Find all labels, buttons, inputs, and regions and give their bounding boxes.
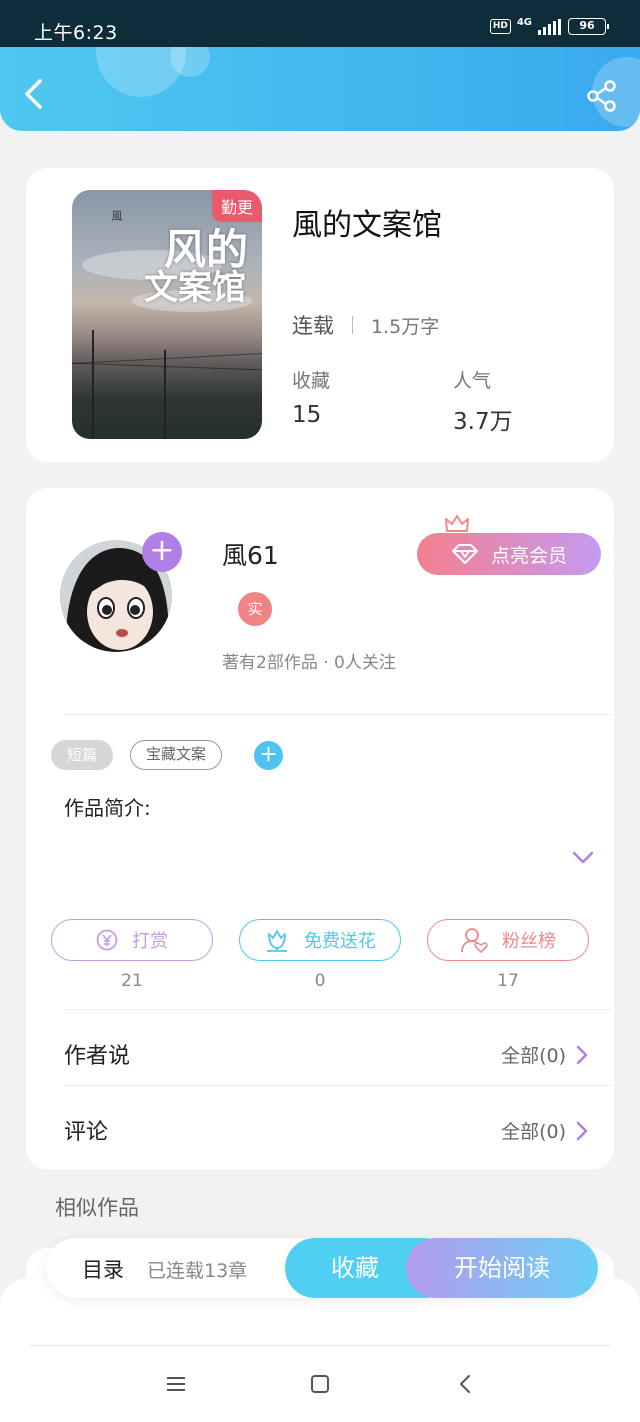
tag-chip[interactable]: 短篇 — [51, 740, 113, 770]
back-icon[interactable] — [18, 77, 52, 111]
tip-button[interactable]: 打赏 — [51, 919, 213, 961]
cover-title-line2: 文案馆 — [144, 268, 246, 308]
popularity-stat-label: 人气 — [453, 370, 492, 392]
tip-count: 21 — [121, 971, 143, 991]
network-label: 4G — [516, 17, 532, 28]
status-icons: HD 4G 96 — [489, 17, 609, 35]
divider — [64, 1009, 612, 1010]
fan-rank-count: 17 — [497, 971, 519, 991]
chevron-right-icon — [576, 1045, 588, 1064]
toc-button[interactable]: 目录 — [82, 1254, 124, 1284]
book-meta: 连载 1.5万字 — [292, 310, 439, 340]
fan-rank-icon — [461, 928, 488, 953]
tag-chip[interactable]: 宝藏文案 — [130, 740, 222, 770]
book-title: 風的文案馆 — [292, 208, 442, 243]
tip-label: 打赏 — [132, 931, 168, 952]
author-name[interactable]: 風61 — [222, 536, 279, 572]
cover-wire — [72, 353, 262, 364]
status-time: 上午6:23 — [34, 22, 118, 44]
yen-coin-icon — [96, 929, 118, 951]
author-says-label: 作者说 — [64, 1044, 131, 1069]
fan-rank-button[interactable]: 粉丝榜 — [427, 919, 589, 961]
meta-divider — [352, 316, 353, 334]
nav-divider — [30, 1345, 610, 1346]
home-icon[interactable] — [306, 1370, 334, 1398]
chevron-down-icon[interactable] — [572, 850, 594, 866]
chapter-count[interactable]: 已连载13章 — [147, 1256, 247, 1283]
crown-icon — [445, 515, 469, 532]
update-tag: 勤更 — [211, 190, 262, 222]
book-status: 连载 — [292, 314, 334, 338]
word-count: 1.5万字 — [371, 315, 440, 338]
vip-button[interactable]: 点亮会员 — [417, 533, 601, 575]
book-cover[interactable]: 風 风的 文案馆 勤更 — [72, 190, 262, 439]
cover-pole — [164, 350, 166, 439]
comments-all-label: 全部(0) — [501, 1121, 566, 1143]
follow-author-button[interactable]: + — [142, 532, 182, 572]
send-flower-button[interactable]: 免费送花 — [239, 919, 401, 961]
bottom-action-bar: 目录 已连载13章 收藏 开始阅读 — [46, 1238, 598, 1298]
popularity-stat-value: 3.7万 — [453, 409, 513, 435]
share-icon[interactable] — [586, 80, 618, 112]
send-flower-label: 免费送花 — [304, 931, 376, 952]
book-info-card: 風 风的 文案馆 勤更 風的文案馆 连载 1.5万字 收藏 15 人气 3.7万 — [26, 168, 614, 462]
diamond-icon — [451, 544, 478, 564]
vip-button-label: 点亮会员 — [490, 544, 567, 567]
nav-back-icon[interactable] — [452, 1370, 480, 1398]
signal-icon — [538, 18, 561, 35]
add-tag-button[interactable]: + — [254, 741, 283, 770]
start-reading-button[interactable]: 开始阅读 — [406, 1238, 598, 1298]
hd-icon: HD — [489, 19, 511, 34]
intro-label: 作品简介: — [64, 796, 151, 820]
status-bar: 上午6:23 HD 4G 96 — [0, 0, 640, 47]
battery-icon: 96 — [568, 18, 609, 35]
flower-count: 0 — [314, 971, 326, 991]
collect-stat-label: 收藏 — [292, 370, 331, 392]
top-header — [0, 47, 640, 131]
cover-wire — [72, 362, 262, 371]
bottom-panel — [0, 1278, 640, 1422]
verified-badge: 实 — [238, 592, 272, 626]
menu-icon[interactable] — [162, 1370, 190, 1398]
author-says-all-link[interactable]: 全部(0) — [501, 1041, 588, 1068]
collect-button-label: 收藏 — [331, 1254, 379, 1282]
fan-rank-label: 粉丝榜 — [502, 931, 556, 952]
similar-works-title: 相似作品 — [55, 1196, 139, 1220]
details-card: + 風61 实 著有2部作品 · 0人关注 点亮会员 短篇 宝藏文案 + 作品简… — [26, 488, 614, 1170]
collect-stat-value: 15 — [292, 402, 322, 428]
divider — [64, 714, 612, 715]
comments-all-link[interactable]: 全部(0) — [501, 1117, 588, 1144]
divider — [64, 1085, 612, 1086]
chevron-right-icon — [576, 1121, 588, 1140]
cover-pole — [92, 330, 94, 439]
flower-icon — [267, 930, 287, 952]
author-stats: 著有2部作品 · 0人关注 — [222, 653, 396, 673]
comments-label: 评论 — [64, 1120, 109, 1145]
cover-author: 風 — [110, 210, 123, 221]
start-reading-label: 开始阅读 — [454, 1254, 550, 1282]
author-says-all-label: 全部(0) — [501, 1045, 566, 1067]
